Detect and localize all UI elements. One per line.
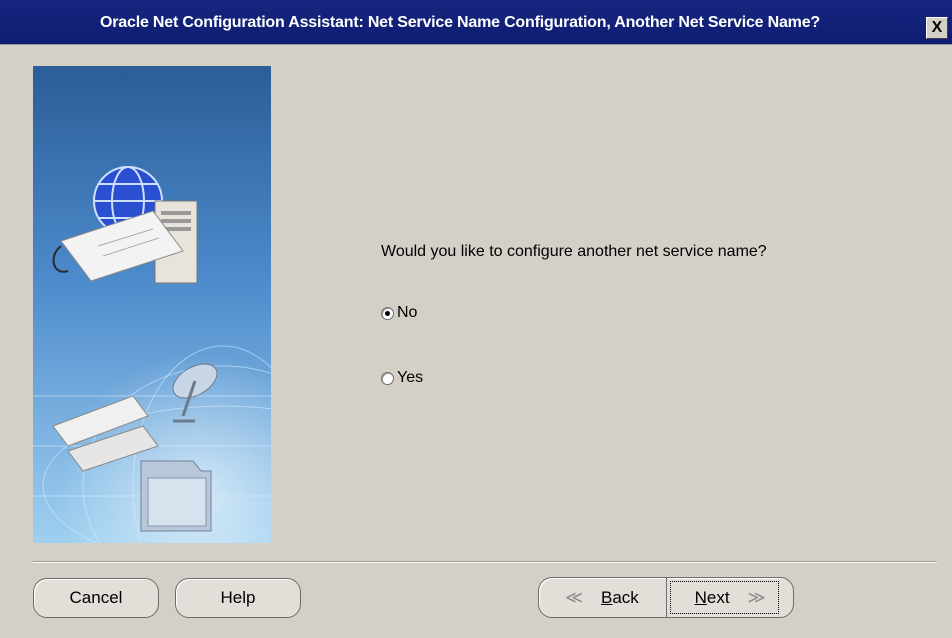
wizard-banner-image (33, 66, 271, 543)
navigation-button-group: ≪ Back Next ≫ (538, 577, 794, 618)
double-chevron-left-icon: ≪ (565, 587, 583, 607)
radio-no-label: No (397, 304, 418, 321)
back-button[interactable]: ≪ Back (539, 578, 665, 617)
title-bar: Oracle Net Configuration Assistant: Net … (0, 0, 952, 45)
footer-divider (33, 561, 937, 563)
back-button-label: Back (600, 587, 639, 607)
radio-yes-label: Yes (397, 369, 424, 386)
radio-option-yes[interactable]: Yes (381, 367, 423, 389)
window-title: Oracle Net Configuration Assistant: Net … (100, 14, 820, 31)
help-button[interactable]: Help (175, 578, 301, 618)
next-button[interactable]: Next ≫ (666, 578, 793, 617)
help-button-label: Help (220, 588, 256, 607)
radio-yes[interactable] (381, 371, 394, 385)
cancel-button[interactable]: Cancel (33, 578, 159, 618)
radio-option-no[interactable]: No (381, 302, 417, 324)
radio-no[interactable] (381, 306, 394, 320)
folder-icon (140, 460, 212, 532)
cancel-button-label: Cancel (69, 588, 123, 607)
close-button[interactable]: X (926, 17, 948, 39)
question-text: Would you like to configure another net … (381, 243, 767, 260)
double-chevron-right-icon: ≫ (747, 587, 766, 607)
next-button-label: Next (694, 587, 730, 607)
